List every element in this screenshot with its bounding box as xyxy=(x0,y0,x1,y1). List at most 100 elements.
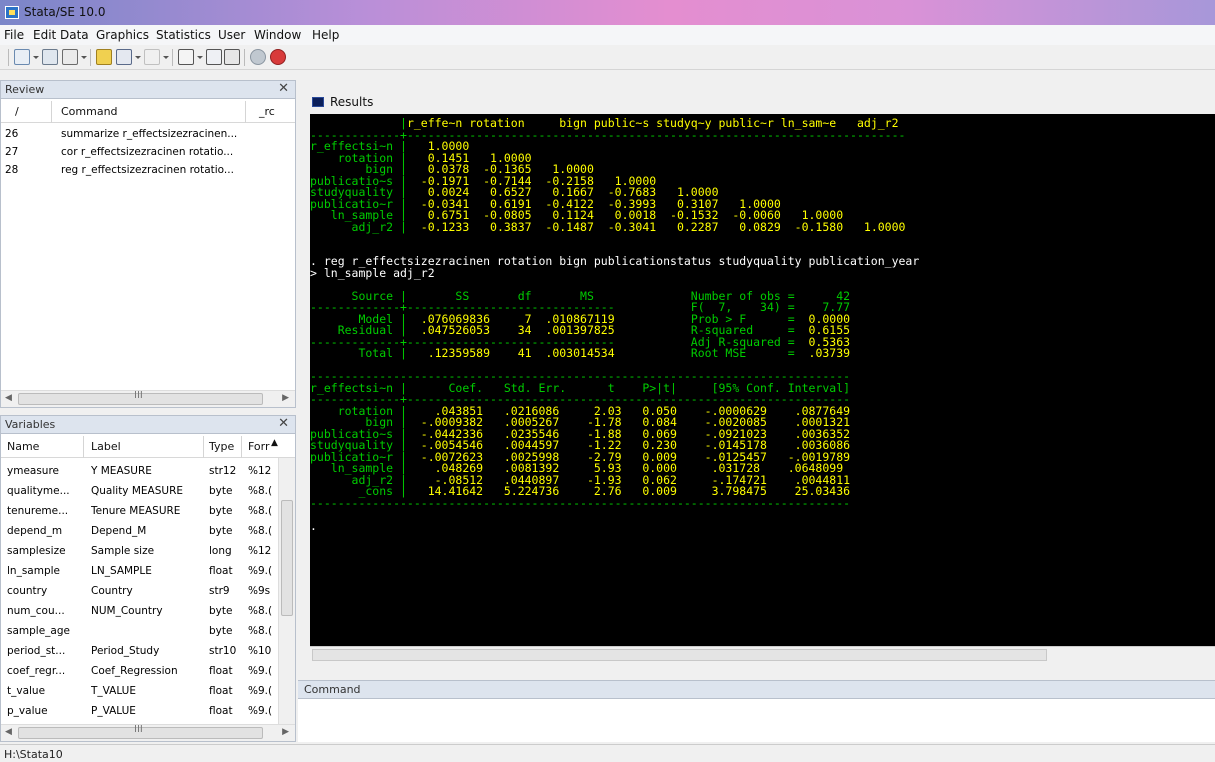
close-icon[interactable]: ✕ xyxy=(278,81,289,96)
variable-type: byte xyxy=(209,485,233,497)
variable-row[interactable]: num_cou... NUM_Country byte %8.( xyxy=(1,602,279,621)
variable-type: float xyxy=(209,665,233,677)
menu-file[interactable]: File xyxy=(4,28,24,42)
review-horizontal-scrollbar[interactable]: ◀ III ▶ xyxy=(1,390,295,407)
menu-edit[interactable]: Edit xyxy=(33,28,56,42)
variable-name: tenureme... xyxy=(7,505,69,517)
open-icon[interactable] xyxy=(14,49,30,65)
results-horizontal-scrollbar[interactable] xyxy=(310,646,1215,680)
data-browser-icon[interactable] xyxy=(224,49,240,65)
scroll-right-icon[interactable]: ▶ xyxy=(282,727,289,737)
variables-vertical-scrollbar[interactable] xyxy=(278,458,295,725)
scroll-left-icon[interactable]: ◀ xyxy=(5,393,12,403)
menu-help[interactable]: Help xyxy=(312,28,339,42)
variable-name: samplesize xyxy=(7,545,66,557)
do-file-editor-icon[interactable] xyxy=(178,49,194,65)
variable-label: P_VALUE xyxy=(91,705,136,717)
scroll-thumb[interactable] xyxy=(281,500,293,616)
variable-name: ymeasure xyxy=(7,465,60,477)
data-editor-icon[interactable] xyxy=(206,49,222,65)
command-input[interactable] xyxy=(300,703,1210,739)
review-row[interactable]: 28 reg r_effectsizezracinen rotatio... xyxy=(1,163,295,181)
scroll-right-icon[interactable]: ▶ xyxy=(282,393,289,403)
variable-type: byte xyxy=(209,605,233,617)
variable-row[interactable]: period_st... Period_Study str10 %10 xyxy=(1,642,279,661)
variable-row[interactable]: qualityme... Quality MEASURE byte %8.( xyxy=(1,482,279,501)
menu-data[interactable]: Data xyxy=(60,28,89,42)
close-icon[interactable]: ✕ xyxy=(278,416,289,431)
variable-name: qualityme... xyxy=(7,485,70,497)
results-console[interactable]: |r_effe~n rotation bign public~s studyq~… xyxy=(310,114,1215,646)
variable-row[interactable]: country Country str9 %9s xyxy=(1,582,279,601)
stata-app-icon xyxy=(5,6,19,19)
variable-label: NUM_Country xyxy=(91,605,163,617)
review-row[interactable]: 27 cor r_effectsizezracinen rotatio... xyxy=(1,145,295,163)
command-header: Command xyxy=(298,681,1215,699)
variable-type: byte xyxy=(209,505,233,517)
scroll-grip: III xyxy=(134,390,143,401)
variable-name: p_value xyxy=(7,705,48,717)
variable-type: byte xyxy=(209,525,233,537)
variable-label: Coef_Regression xyxy=(91,665,178,677)
column-command[interactable]: Command xyxy=(61,105,118,118)
column-format[interactable]: Forr xyxy=(248,440,270,453)
variable-type: float xyxy=(209,685,233,697)
column-name[interactable]: Name xyxy=(7,440,39,453)
scroll-thumb[interactable] xyxy=(312,649,1047,661)
results-text: adj_r2 | xyxy=(310,219,407,234)
graph-icon[interactable] xyxy=(144,49,160,65)
viewer-icon[interactable] xyxy=(116,49,132,65)
variable-row[interactable]: ymeasure Y MEASURE str12 %12 xyxy=(1,462,279,481)
column-num[interactable]: / xyxy=(15,105,19,118)
variable-row[interactable]: tenureme... Tenure MEASURE byte %8.( xyxy=(1,502,279,521)
menu-graphics[interactable]: Graphics xyxy=(96,28,149,42)
log-icon[interactable] xyxy=(96,49,112,65)
scroll-left-icon[interactable]: ◀ xyxy=(5,727,12,737)
command-title: Command xyxy=(304,683,361,696)
status-bar: H:\Stata10 xyxy=(0,744,1215,762)
variable-row[interactable]: sample_age byte %8.( xyxy=(1,622,279,641)
variable-fmt: %12 xyxy=(248,465,272,477)
break-icon[interactable] xyxy=(270,49,286,65)
variable-fmt: %9.( xyxy=(248,685,273,697)
variable-fmt: %9.( xyxy=(248,565,273,577)
results-text: . xyxy=(310,518,317,533)
column-type[interactable]: Type xyxy=(209,440,234,453)
save-icon[interactable] xyxy=(42,49,58,65)
results-line: . xyxy=(310,518,317,533)
variable-row[interactable]: t_value T_VALUE float %9.( xyxy=(1,682,279,701)
menu-statistics[interactable]: Statistics xyxy=(156,28,211,42)
variable-row[interactable]: coef_regr... Coef_Regression float %9.( xyxy=(1,662,279,681)
variable-label: Tenure MEASURE xyxy=(91,505,181,517)
variable-type: byte xyxy=(209,625,233,637)
variable-fmt: %12 xyxy=(248,545,272,557)
print-icon[interactable] xyxy=(62,49,78,65)
results-text: -0.1233 0.3837 -0.1487 -0.3041 0.2287 0.… xyxy=(406,219,906,234)
variables-pane: Variables ✕ Name Label Type Forr ▲ ymeas… xyxy=(0,415,296,742)
menu-window[interactable]: Window xyxy=(254,28,301,42)
variable-fmt: %10 xyxy=(248,645,272,657)
variable-row[interactable]: p_value P_VALUE float %9.( xyxy=(1,702,279,721)
results-text: .03739 xyxy=(808,346,851,360)
variable-row[interactable]: ln_sample LN_SAMPLE float %9.( xyxy=(1,562,279,581)
variable-row[interactable]: depend_m Depend_M byte %8.( xyxy=(1,522,279,541)
review-title: Review xyxy=(5,83,45,96)
more-icon[interactable] xyxy=(250,49,266,65)
working-directory: H:\Stata10 xyxy=(4,748,63,761)
toolbar xyxy=(0,45,1215,70)
variable-type: str10 xyxy=(209,645,237,657)
variable-type: float xyxy=(209,705,233,717)
column-rc[interactable]: _rc xyxy=(259,105,275,118)
menu-bar: File Edit Data Graphics Statistics User … xyxy=(0,25,1215,45)
sort-up-icon[interactable]: ▲ xyxy=(271,438,278,448)
variables-title: Variables xyxy=(5,418,56,431)
column-label[interactable]: Label xyxy=(91,440,121,453)
review-row[interactable]: 26 summarize r_effectsizezracinen... xyxy=(1,127,295,145)
variable-label: LN_SAMPLE xyxy=(91,565,152,577)
variable-name: t_value xyxy=(7,685,46,697)
variable-row[interactable]: samplesize Sample size long %12 xyxy=(1,542,279,561)
variable-type: str12 xyxy=(209,465,237,477)
menu-user[interactable]: User xyxy=(218,28,245,42)
results-text: ----------------------------------------… xyxy=(310,495,851,510)
variables-horizontal-scrollbar[interactable]: ◀ III ▶ xyxy=(1,724,295,741)
